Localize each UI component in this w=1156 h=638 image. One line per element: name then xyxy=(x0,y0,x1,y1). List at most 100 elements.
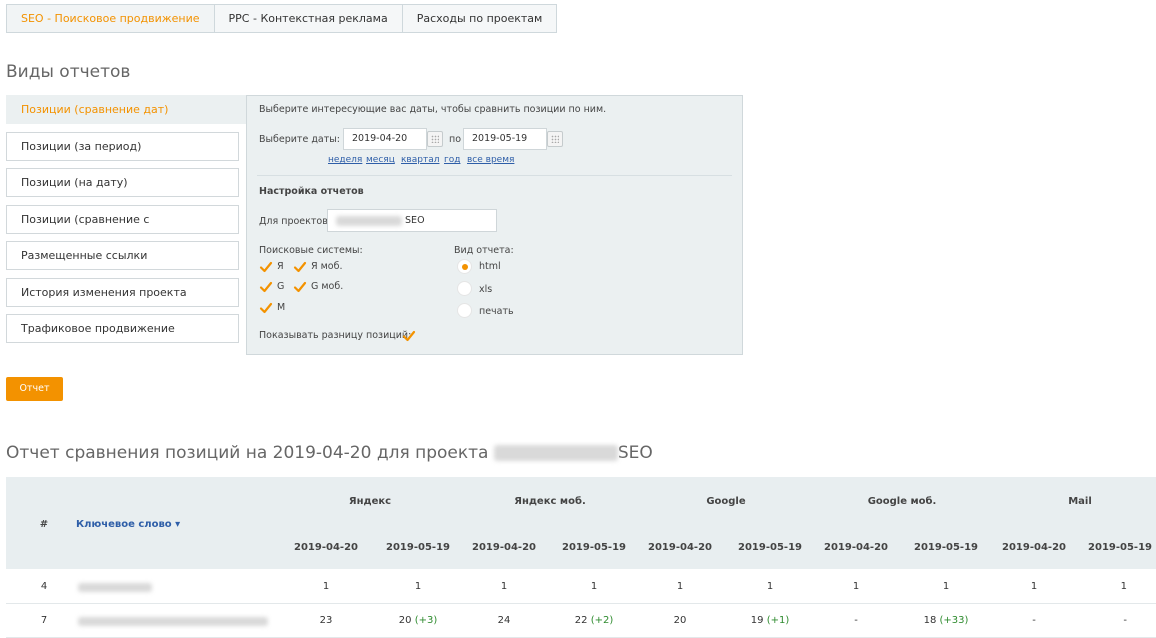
position-cell: 20 xyxy=(673,615,687,626)
checkbox-mail[interactable] xyxy=(259,301,273,315)
engine-header-mail: Mail xyxy=(1068,496,1092,507)
position-delta: (+1) xyxy=(766,615,790,626)
position-cell: 1 xyxy=(1030,581,1038,592)
position-cell: 1 xyxy=(322,581,330,592)
report-type-history[interactable]: История изменения проекта xyxy=(6,278,239,307)
position-cell: 1 xyxy=(590,581,598,592)
date-header: 2019-04-20 xyxy=(294,542,358,553)
date-header: 2019-05-19 xyxy=(914,542,978,553)
tab-seo[interactable]: SEO - Поисковое продвижение xyxy=(6,4,215,33)
checkbox-mail-label: M xyxy=(277,302,286,313)
date-from-input[interactable]: 2019-04-20 xyxy=(343,128,427,150)
position-cell: 22 (+2) xyxy=(574,615,614,626)
position-cell: 19 (+1) xyxy=(750,615,790,626)
section-title: Виды отчетов xyxy=(6,62,131,82)
date-to-input[interactable]: 2019-05-19 xyxy=(463,128,547,150)
position-cell: 20 (+3) xyxy=(398,615,438,626)
period-link-all[interactable]: все время xyxy=(467,155,514,165)
period-link-month[interactable]: месяц xyxy=(366,155,395,165)
column-header-number: # xyxy=(39,519,49,530)
tab-expenses[interactable]: Расходы по проектам xyxy=(401,4,558,33)
position-delta: (+33) xyxy=(939,615,969,626)
date-label: Выберите даты: с xyxy=(259,134,349,145)
position-cell: 23 xyxy=(319,615,333,626)
radio-html-label: html xyxy=(479,261,501,272)
calendar-icon[interactable] xyxy=(547,131,563,147)
report-type-links[interactable]: Размещенные ссылки xyxy=(6,241,239,270)
period-link-quarter[interactable]: квартал xyxy=(401,155,439,165)
report-type-on-date[interactable]: Позиции (на дату) xyxy=(6,168,239,197)
redacted-keyword xyxy=(78,583,152,592)
engine-header-google-mobile: Google моб. xyxy=(867,496,937,507)
redacted-keyword xyxy=(78,617,268,626)
report-type-traffic[interactable]: Трафиковое продвижение xyxy=(6,314,239,343)
report-view-label: Вид отчета: xyxy=(454,245,514,256)
period-link-year[interactable]: год xyxy=(444,155,460,165)
period-link-week[interactable]: неделя xyxy=(328,155,362,165)
position-cell: 1 xyxy=(1120,581,1127,592)
report-type-compare-dates[interactable]: Позиции (сравнение дат) xyxy=(6,95,247,124)
projects-label: Для проектов: xyxy=(259,216,332,227)
show-diff-label: Показывать разницу позиций: xyxy=(259,330,412,341)
date-header: 2019-05-19 xyxy=(562,542,626,553)
checkbox-google-mobile[interactable] xyxy=(293,280,307,294)
checkbox-show-diff[interactable] xyxy=(402,329,416,343)
position-cell: 1 xyxy=(414,581,422,592)
column-header-keyword[interactable]: Ключевое слово ▾ xyxy=(76,519,180,530)
radio-print[interactable] xyxy=(457,303,472,318)
checkbox-yandex-mobile[interactable] xyxy=(293,260,307,274)
divider xyxy=(257,175,732,176)
table-row: 4 1 1 1 1 1 1 1 1 1 1 xyxy=(6,570,1156,604)
engine-header-google: Google xyxy=(706,496,746,507)
position-cell: 1 xyxy=(942,581,950,592)
checkbox-google[interactable] xyxy=(259,280,273,294)
project-input[interactable]: SEO xyxy=(327,209,497,232)
position-cell: 24 xyxy=(497,615,511,626)
date-header: 2019-04-20 xyxy=(472,542,536,553)
row-number: 4 xyxy=(40,581,48,592)
results-title-suffix: SEO xyxy=(617,443,653,463)
row-number: 7 xyxy=(40,615,48,626)
position-cell: - xyxy=(1123,615,1127,626)
date-header: 2019-05-19 xyxy=(738,542,802,553)
calendar-icon[interactable] xyxy=(427,131,443,147)
checkbox-yandex-mobile-label: Я моб. xyxy=(311,261,343,272)
top-tabs: SEO - Поисковое продвижение PPC - Контек… xyxy=(6,4,558,33)
date-header: 2019-05-19 xyxy=(1088,542,1152,553)
date-header: 2019-04-20 xyxy=(648,542,712,553)
panel-hint: Выберите интересующие вас даты, чтобы ср… xyxy=(259,104,607,115)
settings-title: Настройка отчетов xyxy=(259,186,364,197)
position-delta: (+2) xyxy=(590,615,614,626)
checkbox-google-label: G xyxy=(277,281,285,292)
settings-panel: Выберите интересующие вас даты, чтобы ср… xyxy=(246,95,743,355)
date-header: 2019-04-20 xyxy=(824,542,888,553)
radio-html[interactable] xyxy=(457,259,472,274)
position-cell: 1 xyxy=(676,581,684,592)
position-cell: 18 (+33) xyxy=(923,615,969,626)
date-header: 2019-05-19 xyxy=(386,542,450,553)
position-cell: 1 xyxy=(500,581,508,592)
report-button[interactable]: Отчет xyxy=(6,377,63,401)
results-title: Отчет сравнения позиций на 2019-04-20 дл… xyxy=(6,443,653,463)
results-title-prefix: Отчет сравнения позиций на 2019-04-20 дл… xyxy=(6,443,489,463)
position-delta: (+3) xyxy=(414,615,438,626)
date-to-label: по xyxy=(449,134,462,145)
tab-ppc[interactable]: PPC - Контекстная реклама xyxy=(213,4,403,33)
table-row: 7 23 20 (+3) 24 22 (+2) 20 19 (+1) - 18 … xyxy=(6,604,1156,638)
position-cell: 1 xyxy=(766,581,774,592)
radio-xls[interactable] xyxy=(457,281,472,296)
results-table-header: # Ключевое слово ▾ Яндекс Яндекс моб. Go… xyxy=(6,477,1156,569)
position-cell: - xyxy=(1032,615,1036,626)
radio-xls-label: xls xyxy=(479,284,493,295)
checkbox-yandex[interactable] xyxy=(259,260,273,274)
search-engines-label: Поисковые системы: xyxy=(259,245,363,256)
radio-print-label: печать xyxy=(479,306,514,317)
project-suffix: SEO xyxy=(405,215,425,226)
checkbox-google-mobile-label: G моб. xyxy=(311,281,344,292)
redacted-project-name xyxy=(493,445,618,461)
date-header: 2019-04-20 xyxy=(1002,542,1066,553)
checkbox-yandex-label: Я xyxy=(277,261,284,272)
report-type-competitors[interactable]: Позиции (сравнение с конкурентами) xyxy=(6,205,239,253)
report-type-period[interactable]: Позиции (за период) xyxy=(6,132,239,161)
engine-header-yandex-mobile: Яндекс моб. xyxy=(514,496,586,507)
